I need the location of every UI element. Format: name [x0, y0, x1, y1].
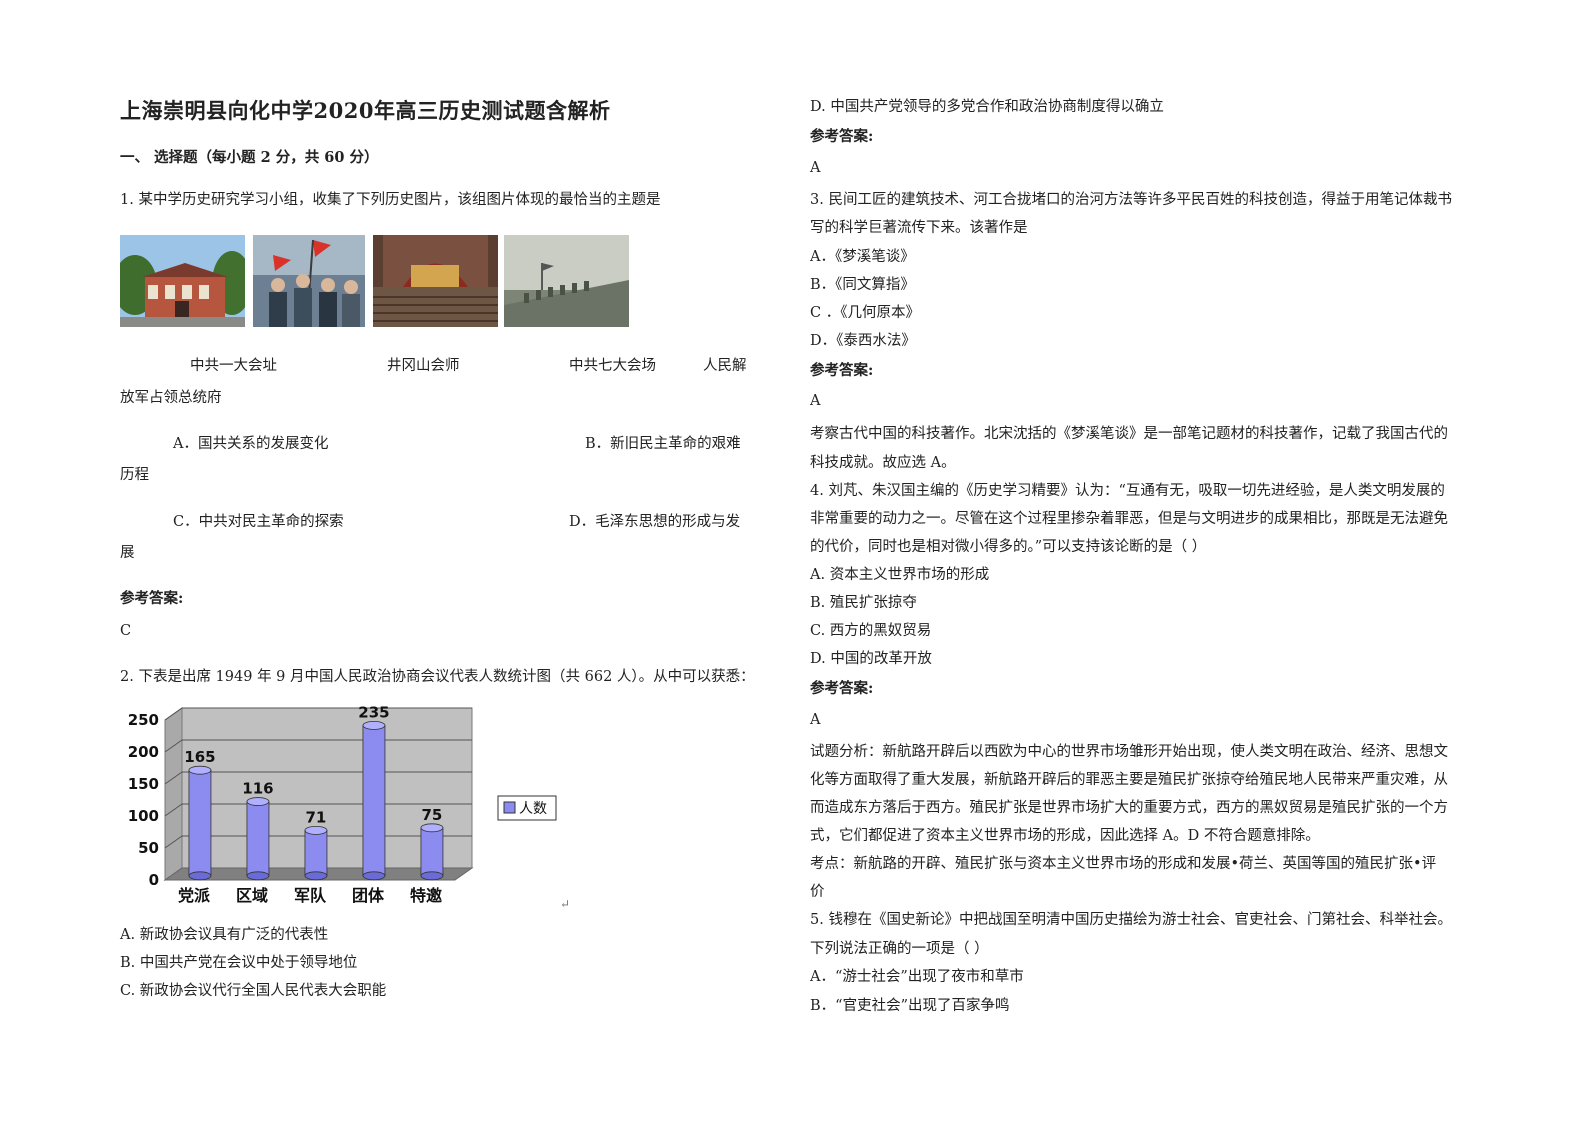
page-title: 上海崇明县向化中学2020年高三历史测试题含解析 — [120, 98, 611, 123]
q3-answer: A — [810, 393, 821, 409]
q2-option-a: A. 新政协会议具有广泛的代表性 — [120, 927, 329, 943]
x-tick-label: 团体 — [352, 886, 385, 905]
return-mark: ↵ — [560, 897, 571, 911]
y-tick-label: 250 — [128, 711, 159, 729]
q1-option-a: A．国共关系的发展变化 — [173, 436, 329, 452]
caption-4b: 放军占领总统府 — [120, 390, 222, 406]
q2-option-d: D. 中国共产党领导的多党合作和政治协商制度得以确立 — [810, 99, 1164, 115]
q1-option-b: B．新旧民主革命的艰难 — [585, 436, 741, 452]
chart-side-wall — [164, 707, 183, 881]
bar-base — [188, 871, 212, 881]
q2-stem: 2. 下表是出席 1949 年 9 月中国人民政治协商会议代表人数统计图（共 6… — [120, 669, 755, 685]
photo-presidential-palace — [504, 235, 629, 327]
bar-base — [362, 871, 386, 881]
data-label: 75 — [422, 806, 443, 824]
q2-answer-label: 参考答案: — [810, 128, 874, 145]
x-tick-label: 特邀 — [410, 886, 442, 905]
y-tick-label: 100 — [128, 807, 159, 825]
q3-stem-line2: 写的科学巨著流传下来。该著作是 — [810, 220, 1028, 236]
data-label: 235 — [358, 703, 389, 721]
delegates-bar-chart: 0 50 100 150 200 250 165 党派 116 区域 71 军队 235 团体 75 特邀 人数 — [128, 703, 557, 905]
data-label: 71 — [306, 808, 327, 826]
q1-stem: 1. 某中学历史研究学习小组，收集了下列历史图片，该组图片体现的最恰当的主题是 — [120, 192, 661, 208]
y-tick-label: 200 — [128, 743, 159, 761]
bar — [420, 827, 444, 877]
bar — [188, 769, 212, 877]
data-label: 165 — [184, 748, 215, 766]
legend-label: 人数 — [519, 801, 547, 817]
q3-stem-line1: 3. 民间工匠的建筑技术、河工合拢堵口的治河方法等许多平民百姓的科技创造，得益于… — [810, 192, 1452, 208]
q4-stem-line1: 4. 刘芃、朱汉国主编的《历史学习精要》认为：“互通有无，吸取一切先进经验，是人… — [810, 483, 1445, 499]
q1-option-b-cont: 历程 — [120, 467, 149, 483]
q3-answer-label: 参考答案: — [810, 362, 874, 379]
q5-stem-line1: 5. 钱穆在《国史新论》中把战国至明清中国历史描绘为游士社会、官吏社会、门第社会… — [810, 912, 1452, 928]
q5-stem-line2: 下列说法正确的一项是（ ） — [810, 941, 989, 957]
q2-answer: A — [810, 160, 821, 176]
y-tick-label: 150 — [128, 775, 159, 793]
q1-option-d: D．毛泽东思想的形成与发 — [569, 514, 741, 530]
x-tick-label: 军队 — [294, 886, 327, 905]
bar-base — [304, 871, 328, 881]
q1-answer: C — [120, 623, 132, 639]
bar — [362, 724, 386, 877]
q3-option-d: D．《泰西水法》 — [810, 333, 916, 349]
q4-stem-line2: 非常重要的动力之一。尽管在这个过程里掺杂着罪恶，但是与文明进步的成果相比，那既是… — [810, 511, 1448, 527]
legend-swatch — [503, 801, 516, 814]
q4-option-d: D. 中国的改革开放 — [810, 651, 932, 667]
q1-option-d-cont: 展 — [120, 545, 135, 561]
bar-base — [246, 871, 270, 881]
photo-seventh-congress-hall — [373, 235, 498, 327]
q3-option-a: A．《梦溪笔谈》 — [810, 249, 915, 265]
caption-3: 中共七大会场 — [569, 358, 656, 374]
q4-analysis-line1: 试题分析：新航路开辟后以西欧为中心的世界市场雏形开始出现，使人类文明在政治、经济… — [810, 744, 1448, 760]
q2-option-b: B. 中国共产党在会议中处于领导地位 — [120, 955, 358, 971]
q4-option-a: A. 资本主义世界市场的形成 — [810, 567, 990, 583]
data-label: 116 — [242, 780, 273, 798]
y-tick-label: 0 — [149, 871, 159, 889]
q4-analysis-line2: 化等方面取得了重大发展，新航路开辟后的罪恶主要是殖民扩张掠夺给殖民地人民带来严重… — [810, 772, 1448, 788]
caption-4a: 人民解 — [703, 358, 747, 374]
bar — [304, 829, 328, 877]
bar-base — [420, 871, 444, 881]
photo-first-congress-site — [120, 235, 245, 327]
bar-top — [362, 720, 386, 730]
q1-option-c: C．中共对民主革命的探索 — [173, 514, 344, 530]
caption-2: 井冈山会师 — [387, 358, 460, 374]
bar — [246, 801, 270, 877]
bar-top — [304, 825, 328, 835]
q4-stem-line3: 的代价，同时也是相对微小得多的。”可以支持该论断的是（ ） — [810, 539, 1207, 555]
bar-top — [420, 823, 444, 833]
bar-top — [188, 765, 212, 775]
q4-option-c: C. 西方的黑奴贸易 — [810, 623, 932, 639]
q5-option-a: A．“游士社会”出现了夜市和草市 — [810, 969, 1024, 985]
q4-analysis-line4: 式，它们都促进了资本主义世界市场的形成，因此选择 A。D 不符合题意排除。 — [810, 828, 1320, 844]
y-tick-label: 50 — [138, 839, 159, 857]
caption-1: 中共一大会址 — [190, 358, 277, 374]
q4-answer: A — [810, 712, 821, 728]
q3-explanation-line2: 科技成就。故应选 A。 — [810, 455, 956, 471]
q3-option-b: B．《同文算指》 — [810, 277, 915, 293]
q4-analysis-line3: 而造成东方落后于西方。殖民扩张是世界市场扩大的重要方式，西方的黑奴贸易是殖民扩张… — [810, 800, 1448, 816]
q4-analysis-line6: 价 — [810, 884, 825, 900]
x-tick-label: 党派 — [178, 886, 211, 905]
section-heading: 一、 选择题（每小题 2 分，共 60 分） — [120, 149, 379, 166]
q1-answer-label: 参考答案: — [120, 590, 184, 607]
q5-option-b: B．“官吏社会”出现了百家争鸣 — [810, 998, 1010, 1014]
x-tick-label: 区域 — [236, 886, 268, 905]
q4-analysis-line5: 考点：新航路的开辟、殖民扩张与资本主义世界市场的形成和发展•荷兰、英国等国的殖民… — [810, 856, 1437, 872]
bar-top — [246, 797, 270, 806]
q4-option-b: B. 殖民扩张掠夺 — [810, 595, 917, 611]
q3-option-c: C ．《几何原本》 — [810, 305, 920, 321]
photo-jinggangshan-meeting — [253, 235, 365, 327]
q3-explanation-line1: 考察古代中国的科技著作。北宋沈括的《梦溪笔谈》是一部笔记题材的科技著作，记载了我… — [810, 426, 1448, 442]
q2-option-c: C. 新政协会议代行全国人民代表大会职能 — [120, 983, 387, 999]
q4-answer-label: 参考答案: — [810, 680, 874, 697]
